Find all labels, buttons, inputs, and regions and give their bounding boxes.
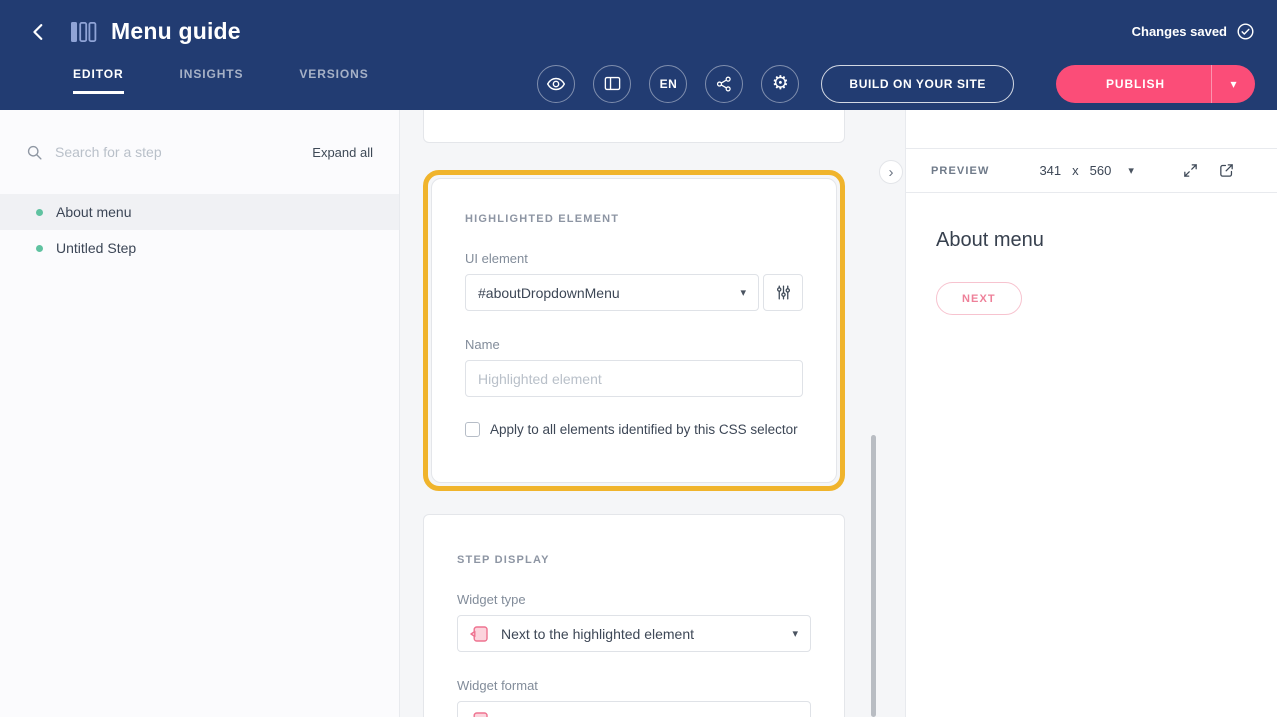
tab-editor[interactable]: EDITOR (73, 67, 124, 94)
widget-format-select[interactable] (457, 701, 811, 717)
header-actions: EN ⚙ BUILD ON YOUR SITE PUBLISH ▾ (537, 65, 1255, 103)
share-button[interactable] (705, 65, 743, 103)
preview-size-dropdown[interactable]: 341 x 560 ▾ (1039, 163, 1133, 178)
gear-icon: ⚙ (772, 74, 789, 93)
preview-size-separator: x (1072, 163, 1079, 178)
step-status-dot (36, 209, 43, 216)
preview-step-title: About menu (936, 229, 1277, 252)
preview-width-value: 341 (1039, 163, 1061, 178)
preview-panel: PREVIEW 341 x 560 ▾ About menu (905, 110, 1277, 717)
expand-icon (1182, 162, 1199, 179)
next-button[interactable]: NEXT (936, 282, 1022, 315)
search-input[interactable] (55, 144, 312, 160)
publish-split-button: PUBLISH ▾ (1056, 65, 1255, 103)
preview-content: About menu NEXT (906, 193, 1277, 315)
step-display-card: STEP DISPLAY Widget type Next to the hig… (423, 514, 845, 717)
preview-label: PREVIEW (931, 165, 989, 177)
preview-header: PREVIEW 341 x 560 ▾ (906, 148, 1277, 193)
step-list: About menu Untitled Step (0, 194, 399, 266)
step-item-about-menu[interactable]: About menu (0, 194, 399, 230)
step-item-untitled-step[interactable]: Untitled Step (0, 230, 399, 266)
preview-header-actions (1182, 162, 1235, 179)
ui-element-value: #aboutDropdownMenu (478, 285, 620, 301)
page-body: Expand all About menu Untitled Step (0, 110, 1277, 717)
check-circle-icon (1236, 22, 1255, 41)
layout-button[interactable] (593, 65, 631, 103)
selector-settings-button[interactable] (763, 274, 803, 311)
eye-icon (546, 74, 566, 94)
page-title: Menu guide (111, 18, 241, 45)
settings-button[interactable]: ⚙ (761, 65, 799, 103)
chevron-down-icon: ▾ (1230, 77, 1236, 91)
apply-to-all-label: Apply to all elements identified by this… (490, 422, 798, 437)
publish-button[interactable]: PUBLISH (1056, 65, 1211, 103)
external-link-icon (1218, 162, 1235, 179)
save-status: Changes saved (1132, 22, 1255, 41)
chevron-left-icon (28, 21, 50, 43)
step-item-label: About menu (56, 204, 132, 220)
widget-format-icon (470, 712, 488, 717)
build-on-your-site-button[interactable]: BUILD ON YOUR SITE (821, 65, 1014, 103)
chevron-down-icon: ▾ (792, 627, 798, 640)
editor-scroll-area: HIGHLIGHTED ELEMENT UI element #aboutDro… (423, 110, 845, 717)
card-partial-top (423, 110, 845, 143)
ui-element-select[interactable]: #aboutDropdownMenu ▾ (465, 274, 759, 311)
section-title: HIGHLIGHTED ELEMENT (465, 213, 803, 225)
ui-element-label: UI element (465, 251, 803, 266)
apply-to-all-checkbox[interactable] (465, 422, 480, 437)
section-title: STEP DISPLAY (457, 554, 811, 566)
tab-insights[interactable]: INSIGHTS (180, 67, 244, 94)
step-status-dot (36, 245, 43, 252)
chevron-down-icon: ▾ (1128, 164, 1134, 177)
ui-element-row: #aboutDropdownMenu ▾ (465, 274, 803, 311)
step-item-label: Untitled Step (56, 240, 136, 256)
share-icon (715, 75, 733, 93)
name-label: Name (465, 337, 803, 352)
tab-versions[interactable]: VERSIONS (299, 67, 368, 94)
preview-eye-button[interactable] (537, 65, 575, 103)
app-root: Menu guide Changes saved EDITOR INSIGHTS… (0, 0, 1277, 717)
header-top-row: Menu guide Changes saved (0, 0, 1277, 57)
highlighted-element-card: HIGHLIGHTED ELEMENT UI element #aboutDro… (431, 178, 837, 483)
widget-type-select[interactable]: Next to the highlighted element ▾ (457, 615, 811, 652)
layout-icon (603, 74, 622, 93)
collapse-preview-button[interactable]: › (879, 160, 903, 184)
save-status-text: Changes saved (1132, 24, 1227, 39)
widget-type-label: Widget type (457, 592, 811, 607)
step-search-row: Expand all (0, 132, 399, 172)
selection-highlight-ring: HIGHLIGHTED ELEMENT UI element #aboutDro… (423, 170, 845, 491)
chevron-right-icon: › (889, 165, 894, 180)
publish-dropdown-button[interactable]: ▾ (1211, 65, 1255, 103)
search-icon (26, 144, 43, 161)
preview-height-value: 560 (1090, 163, 1112, 178)
element-name-input[interactable] (465, 360, 803, 397)
steps-sidebar: Expand all About menu Untitled Step (0, 110, 400, 717)
app-logo-icon (70, 20, 97, 44)
app-header: Menu guide Changes saved EDITOR INSIGHTS… (0, 0, 1277, 110)
scrollbar-thumb[interactable] (871, 435, 876, 717)
step-editor-panel: HIGHLIGHTED ELEMENT UI element #aboutDro… (400, 110, 905, 717)
expand-all-link[interactable]: Expand all (312, 145, 373, 160)
chevron-down-icon: ▾ (740, 286, 746, 299)
widget-type-value: Next to the highlighted element (501, 626, 694, 642)
tune-icon (775, 284, 792, 301)
expand-preview-button[interactable] (1182, 162, 1199, 179)
apply-to-all-row: Apply to all elements identified by this… (465, 422, 803, 437)
widget-format-label: Widget format (457, 678, 811, 693)
back-button[interactable] (24, 17, 54, 47)
open-in-new-tab-button[interactable] (1218, 162, 1235, 179)
language-button[interactable]: EN (649, 65, 687, 103)
header-tabs: EDITOR INSIGHTS VERSIONS (73, 57, 369, 110)
header-toolbar-row: EDITOR INSIGHTS VERSIONS EN ⚙ BUILD ON (0, 57, 1277, 110)
widget-tooltip-icon (470, 626, 488, 642)
